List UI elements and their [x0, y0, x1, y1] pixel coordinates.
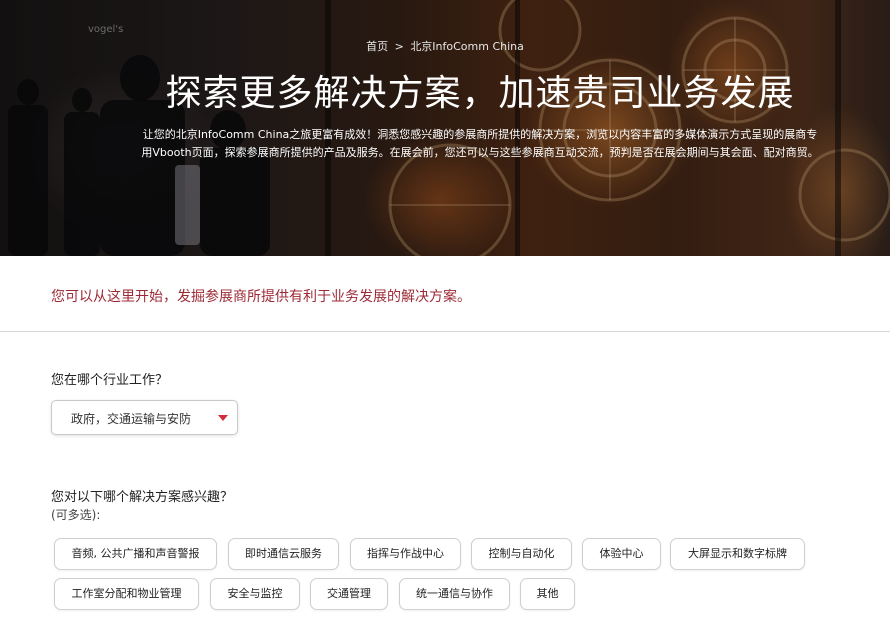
breadcrumb-home-link[interactable]: 首页 — [366, 40, 388, 53]
multi-select-hint: (可多选): — [51, 508, 101, 522]
solution-option-unified-communication[interactable]: 统一通信与协作 — [399, 578, 510, 610]
solution-option-control-automation[interactable]: 控制与自动化 — [471, 538, 572, 570]
industry-question: 您在哪个行业工作？ — [51, 373, 169, 388]
industry-select[interactable]: 政府，交通运输与安防 — [51, 400, 238, 435]
solution-option-other[interactable]: 其他 — [520, 578, 575, 610]
breadcrumb-separator: > — [394, 40, 404, 53]
breadcrumb: 首页 > 北京InfoComm China — [0, 38, 890, 54]
hero-description: 让您的北京InfoComm China之旅更富有成效！洞悉您感兴趣的参展商所提供… — [141, 128, 819, 159]
solution-option-audio[interactable]: 音频, 公共广播和声音警报 — [54, 538, 217, 570]
intro-section: 您可以从这里开始，发掘参展商所提供有利于业务发展的解决方案。 — [0, 256, 890, 332]
solution-option-experience-center[interactable]: 体验中心 — [582, 538, 661, 570]
page-title: 探索更多解决方案，加速贵司业务发展 — [165, 73, 795, 114]
caret-down-icon — [218, 415, 228, 421]
solution-option-cloud-communication[interactable]: 即时通信云服务 — [228, 538, 339, 570]
breadcrumb-current: 北京InfoComm China — [410, 40, 524, 53]
solution-option-command-center[interactable]: 指挥与作战中心 — [350, 538, 461, 570]
solutions-question: 您对以下哪个解决方案感兴趣？ — [51, 490, 234, 505]
hero-banner: vogel's 首页 > 北京InfoComm China 探索更多解决方案，加… — [0, 0, 890, 256]
industry-select-value: 政府，交通运输与安防 — [71, 412, 192, 426]
solution-option-security-surveillance[interactable]: 安全与监控 — [210, 578, 300, 610]
solution-option-traffic-management[interactable]: 交通管理 — [310, 578, 388, 610]
solution-option-workspace-management[interactable]: 工作室分配和物业管理 — [54, 578, 199, 610]
intro-text: 您可以从这里开始，发掘参展商所提供有利于业务发展的解决方案。 — [51, 289, 471, 305]
solution-option-digital-signage[interactable]: 大屏显示和数字标牌 — [670, 538, 805, 570]
